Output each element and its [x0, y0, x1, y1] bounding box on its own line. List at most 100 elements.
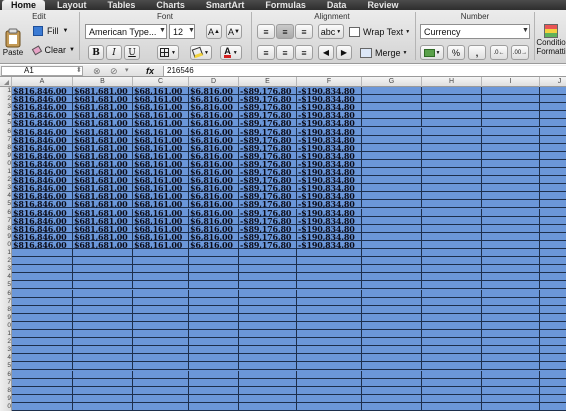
- cell-a[interactable]: $816,846.00: [12, 240, 73, 249]
- row-header[interactable]: 8: [0, 387, 11, 395]
- cell-h[interactable]: [422, 103, 482, 112]
- name-box-stepper-icon[interactable]: ⬍: [76, 66, 82, 76]
- cell-d[interactable]: $6,816.00: [189, 103, 239, 112]
- cell-c[interactable]: [133, 378, 189, 387]
- borders-button[interactable]: ▼: [157, 45, 179, 60]
- column-header-b[interactable]: B: [73, 77, 133, 87]
- cell-h[interactable]: [422, 135, 482, 144]
- cell-i[interactable]: [482, 313, 540, 322]
- row-header[interactable]: 9: [0, 395, 11, 403]
- cell-a[interactable]: $816,846.00: [12, 127, 73, 136]
- name-box[interactable]: A1: [1, 66, 83, 76]
- tab-smartart[interactable]: SmartArt: [197, 0, 254, 10]
- align-bottom-button[interactable]: ≡: [295, 45, 313, 60]
- cell-d[interactable]: [189, 321, 239, 330]
- cell-a[interactable]: $816,846.00: [12, 87, 73, 95]
- column-header-g[interactable]: G: [362, 77, 422, 87]
- cell-g[interactable]: [362, 265, 422, 274]
- cell-h[interactable]: [422, 249, 482, 257]
- cell-c[interactable]: [133, 281, 189, 290]
- cell-a[interactable]: [12, 289, 73, 298]
- cell-j[interactable]: [540, 168, 566, 176]
- cell-i[interactable]: [482, 240, 540, 249]
- cell-i[interactable]: [482, 402, 540, 411]
- cell-f[interactable]: -$190,834.80: [297, 135, 362, 144]
- enter-icon[interactable]: ⊘: [110, 66, 118, 76]
- cell-c[interactable]: $68,161.00: [133, 208, 189, 217]
- conditional-formatting-button[interactable]: Conditio Formatti: [536, 24, 566, 62]
- row-header[interactable]: 4: [0, 111, 11, 119]
- cell-f[interactable]: -$190,834.80: [297, 103, 362, 112]
- cell-i[interactable]: [482, 330, 540, 338]
- cell-a[interactable]: [12, 273, 73, 282]
- cell-a[interactable]: $816,846.00: [12, 232, 73, 241]
- cell-e[interactable]: [239, 338, 297, 347]
- cell-c[interactable]: [133, 362, 189, 371]
- cell-g[interactable]: [362, 192, 422, 201]
- cell-e[interactable]: -$89,176.80: [239, 224, 297, 233]
- cell-c[interactable]: [133, 289, 189, 298]
- cell-a[interactable]: $816,846.00: [12, 151, 73, 160]
- cell-j[interactable]: [540, 379, 566, 387]
- cell-a[interactable]: $816,846.00: [12, 103, 73, 112]
- cell-c[interactable]: $68,161.00: [133, 184, 189, 193]
- cell-a[interactable]: $816,846.00: [12, 159, 73, 168]
- cell-i[interactable]: [482, 151, 540, 160]
- cell-i[interactable]: [482, 249, 540, 257]
- cell-h[interactable]: [422, 289, 482, 298]
- column-header-h[interactable]: H: [422, 77, 482, 87]
- cell-a[interactable]: [12, 362, 73, 371]
- cell-j[interactable]: [540, 362, 566, 370]
- cell-b[interactable]: [73, 370, 133, 379]
- cell-a[interactable]: [12, 305, 73, 314]
- font-name-select[interactable]: American Type...: [85, 24, 167, 39]
- cell-f[interactable]: [297, 289, 362, 298]
- cell-i[interactable]: [482, 103, 540, 112]
- cell-c[interactable]: [133, 338, 189, 347]
- cell-d[interactable]: $6,816.00: [189, 151, 239, 160]
- cell-h[interactable]: [422, 346, 482, 355]
- row-header[interactable]: 2: [0, 257, 11, 265]
- decrease-decimal-button[interactable]: .00→: [511, 45, 529, 60]
- cell-e[interactable]: -$89,176.80: [239, 143, 297, 152]
- cell-b[interactable]: [73, 362, 133, 371]
- cell-f[interactable]: [297, 297, 362, 306]
- tab-layout[interactable]: Layout: [48, 0, 96, 10]
- cell-a[interactable]: $816,846.00: [12, 200, 73, 209]
- cell-j[interactable]: [540, 209, 566, 217]
- cell-g[interactable]: [362, 200, 422, 209]
- cell-b[interactable]: $681,681.00: [73, 159, 133, 168]
- cell-i[interactable]: [482, 200, 540, 209]
- cell-f[interactable]: [297, 249, 362, 257]
- cell-g[interactable]: [362, 297, 422, 306]
- cell-b[interactable]: [73, 265, 133, 274]
- cell-f[interactable]: [297, 354, 362, 363]
- cell-h[interactable]: [422, 119, 482, 128]
- cell-c[interactable]: [133, 346, 189, 355]
- cell-e[interactable]: -$89,176.80: [239, 135, 297, 144]
- row-header[interactable]: 5: [0, 119, 11, 127]
- cell-c[interactable]: $68,161.00: [133, 168, 189, 176]
- cell-j[interactable]: [540, 184, 566, 192]
- cell-h[interactable]: [422, 354, 482, 363]
- cell-c[interactable]: $68,161.00: [133, 103, 189, 112]
- cell-c[interactable]: $68,161.00: [133, 95, 189, 104]
- cell-f[interactable]: -$190,834.80: [297, 176, 362, 185]
- cell-i[interactable]: [482, 394, 540, 403]
- cell-c[interactable]: $68,161.00: [133, 151, 189, 160]
- cell-i[interactable]: [482, 143, 540, 152]
- cell-b[interactable]: $681,681.00: [73, 95, 133, 104]
- cell-g[interactable]: [362, 103, 422, 112]
- cell-b[interactable]: $681,681.00: [73, 168, 133, 176]
- cell-j[interactable]: [540, 371, 566, 379]
- cell-i[interactable]: [482, 95, 540, 104]
- cell-d[interactable]: [189, 394, 239, 403]
- cell-i[interactable]: [482, 111, 540, 120]
- tab-tables[interactable]: Tables: [99, 0, 145, 10]
- cell-f[interactable]: [297, 305, 362, 314]
- row-header[interactable]: 9: [0, 314, 11, 322]
- cell-e[interactable]: -$89,176.80: [239, 192, 297, 201]
- cell-g[interactable]: [362, 346, 422, 355]
- cell-h[interactable]: [422, 297, 482, 306]
- cell-b[interactable]: [73, 354, 133, 363]
